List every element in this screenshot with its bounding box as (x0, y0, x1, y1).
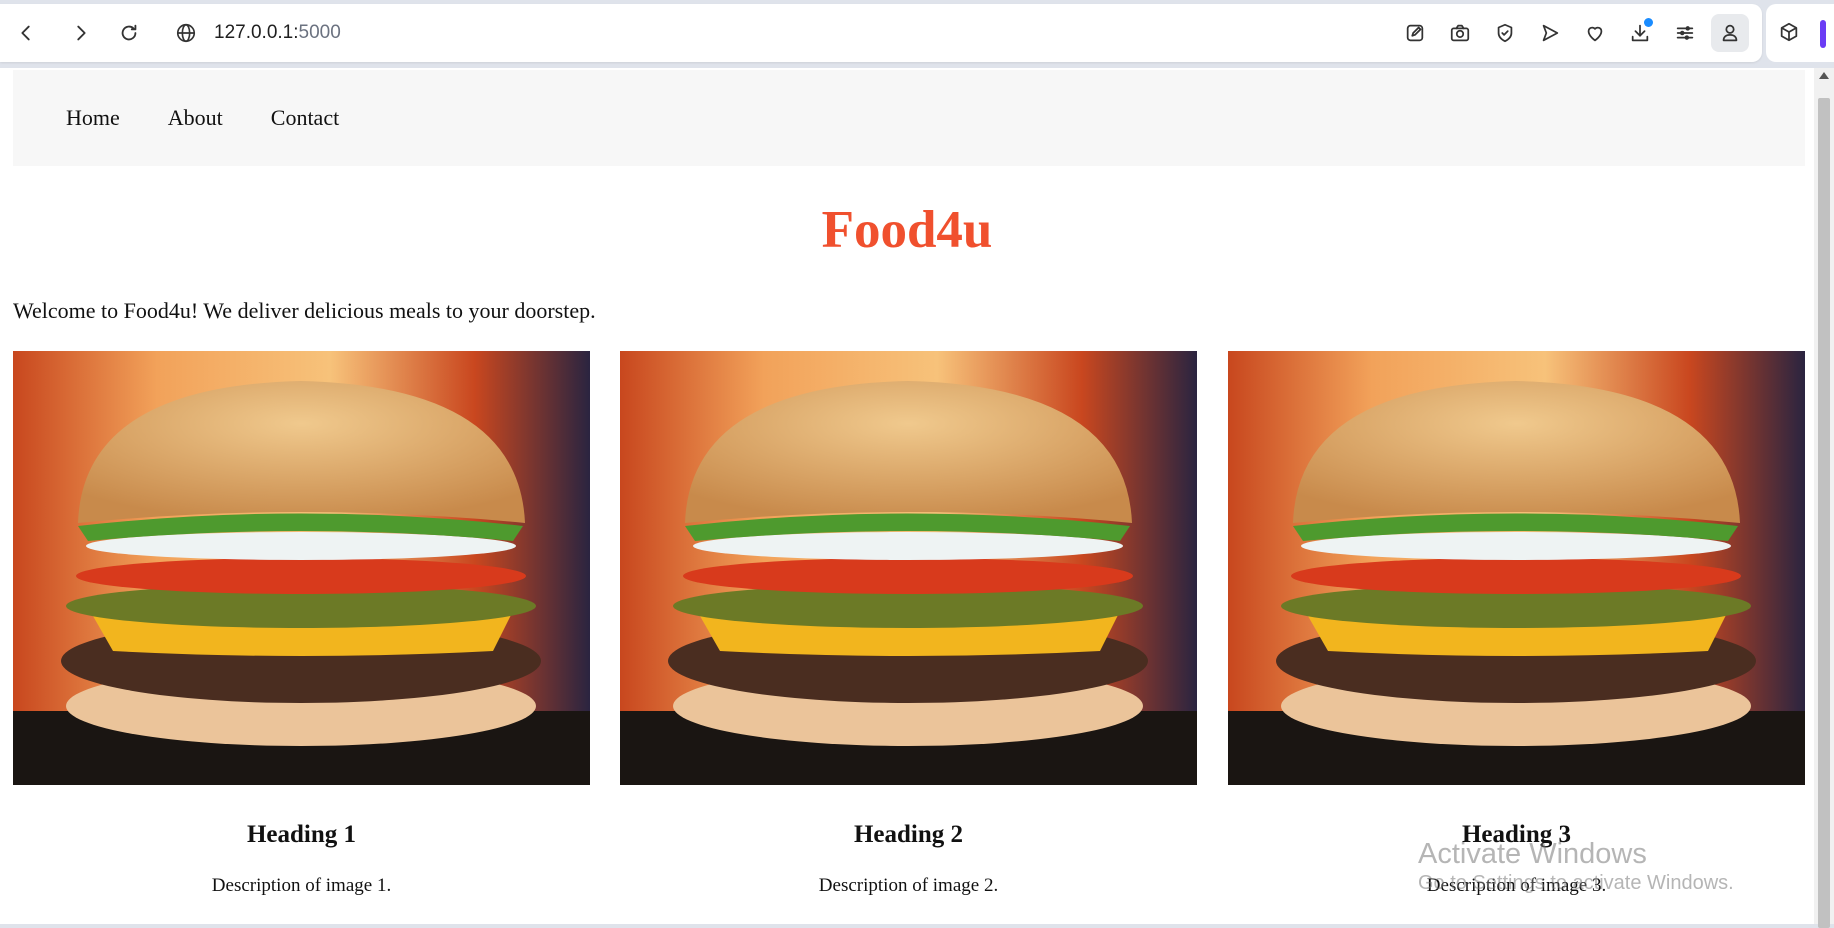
chevron-left-icon (21, 25, 30, 41)
page-viewport: Home About Contact Food4u Welcome to Foo… (0, 68, 1814, 924)
screenshot-button[interactable] (1444, 17, 1476, 49)
card-heading: Heading 2 (853, 821, 964, 848)
vertical-scrollbar[interactable] (1814, 68, 1834, 928)
nav-home-link[interactable]: Home (66, 105, 120, 131)
sidebar-accent-bar[interactable] (1820, 20, 1826, 48)
extensions-button[interactable] (1778, 21, 1800, 48)
favorites-button[interactable] (1579, 17, 1611, 49)
scrollbar-thumb[interactable] (1818, 98, 1830, 928)
food-card: Heading 2 Description of image 2. (620, 351, 1197, 911)
url-host: 127.0.0.1: (214, 22, 299, 43)
settings-button[interactable] (1669, 17, 1701, 49)
site-title: Food4u (821, 201, 993, 259)
burger-image (1228, 351, 1805, 785)
chevron-right-icon (77, 25, 86, 41)
downloads-button[interactable] (1624, 17, 1656, 49)
edit-page-button[interactable] (1399, 17, 1431, 49)
burger-image (620, 351, 1197, 785)
url-text: 127.0.0.1:5000 (214, 22, 341, 44)
card-heading: Heading 1 (246, 821, 357, 848)
camera-icon (1450, 24, 1470, 42)
profile-button[interactable] (1711, 14, 1749, 52)
back-button[interactable] (10, 17, 42, 49)
site-navbar: Home About Contact (13, 70, 1805, 166)
sliders-icon (1676, 26, 1694, 40)
forward-button[interactable] (65, 17, 97, 49)
card-description: Description of image 3. (1426, 875, 1607, 896)
address-bar[interactable]: 127.0.0.1:5000 (168, 13, 1368, 53)
person-icon (1722, 24, 1738, 42)
card-description: Description of image 2. (818, 875, 999, 896)
cube-icon (1780, 22, 1798, 42)
reload-button[interactable] (113, 17, 145, 49)
burger-image (13, 351, 590, 785)
welcome-text: Welcome to Food4u! We deliver delicious … (13, 298, 596, 323)
nav-about-link[interactable]: About (168, 105, 223, 131)
url-port: 5000 (298, 22, 341, 43)
extensions-area (1766, 4, 1834, 62)
shield-icon (1497, 23, 1513, 43)
send-icon (1542, 24, 1559, 42)
card-description: Description of image 1. (211, 875, 392, 896)
globe-icon (168, 15, 204, 51)
shield-button[interactable] (1489, 17, 1521, 49)
download-badge (1644, 18, 1653, 27)
edit-icon (1406, 24, 1424, 42)
food-card: Heading 1 Description of image 1. (13, 351, 590, 911)
heart-icon (1587, 26, 1603, 42)
nav-contact-link[interactable]: Contact (271, 105, 339, 131)
scroll-up-arrow-icon[interactable] (1819, 72, 1829, 79)
card-heading: Heading 3 (1461, 821, 1572, 848)
browser-toolbar: 127.0.0.1:5000 (0, 4, 1762, 62)
send-button[interactable] (1534, 17, 1566, 49)
reload-icon (121, 24, 137, 41)
food-card: Heading 3 Description of image 3. (1228, 351, 1805, 911)
